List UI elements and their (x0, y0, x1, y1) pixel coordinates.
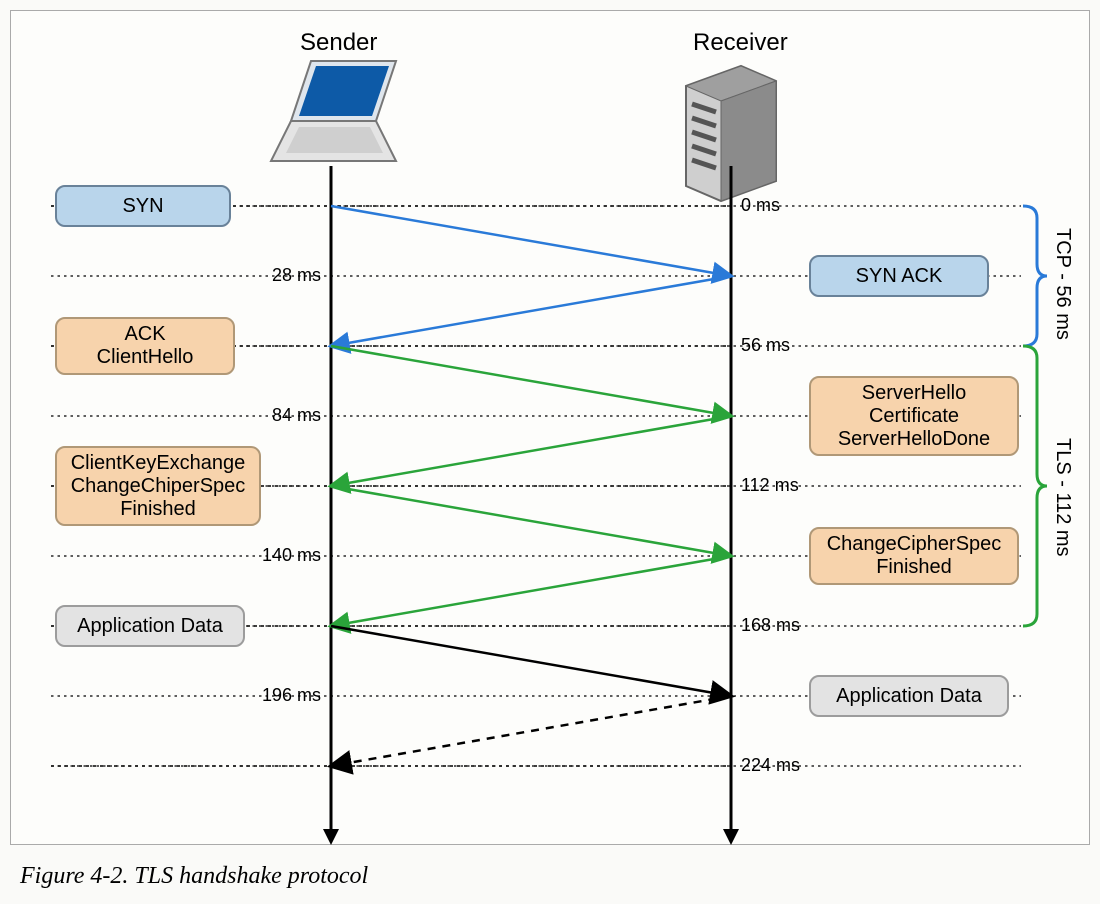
message-box: SYN (55, 185, 231, 227)
laptop-icon (271, 61, 396, 161)
message-box: Application Data (809, 675, 1009, 717)
time-tick: 140 ms (262, 545, 321, 566)
time-tick: 0 ms (741, 195, 780, 216)
time-tick: 196 ms (262, 685, 321, 706)
time-tick: 28 ms (272, 265, 321, 286)
diagram-frame: Sender Receiver (10, 10, 1090, 845)
message-box: ChangeCipherSpec Finished (809, 527, 1019, 585)
message-box: ClientKeyExchange ChangeChiperSpec Finis… (55, 446, 261, 526)
time-tick: 224 ms (741, 755, 800, 776)
bracket-label: TCP - 56 ms (1051, 228, 1074, 340)
time-tick: 168 ms (741, 615, 800, 636)
message-box: SYN ACK (809, 255, 989, 297)
message-box: ServerHello Certificate ServerHelloDone (809, 376, 1019, 456)
message-box: Application Data (55, 605, 245, 647)
bracket-label: TLS - 112 ms (1051, 438, 1074, 557)
time-tick: 112 ms (741, 475, 799, 496)
time-tick: 56 ms (741, 335, 790, 356)
figure-caption: Figure 4-2. TLS handshake protocol (20, 863, 1090, 890)
message-box: ACK ClientHello (55, 317, 235, 375)
time-tick: 84 ms (272, 405, 321, 426)
